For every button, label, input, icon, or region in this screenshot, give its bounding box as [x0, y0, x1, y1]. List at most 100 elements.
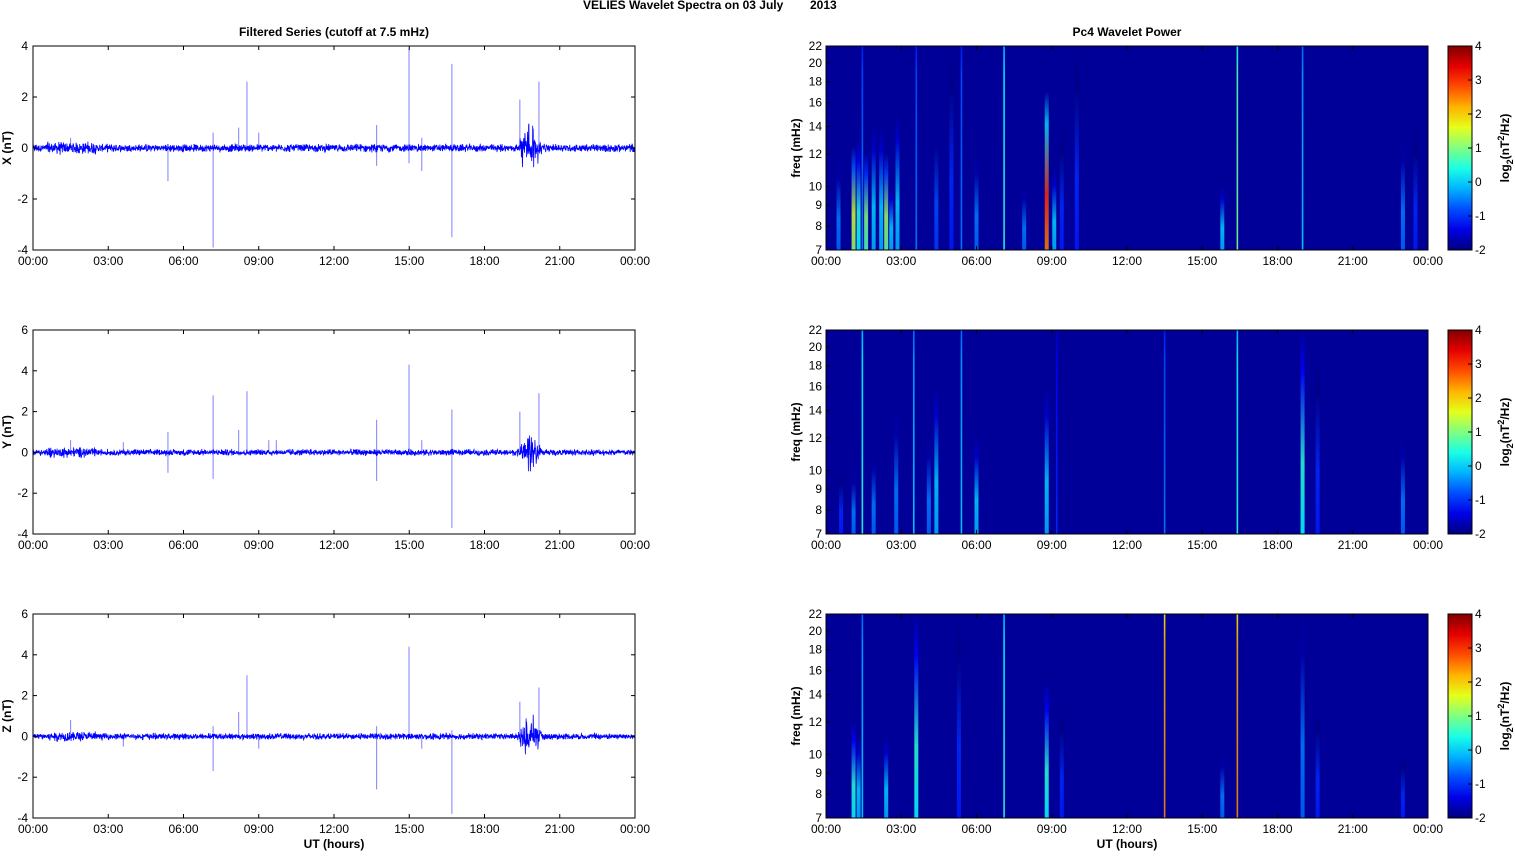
label-part: log	[1498, 448, 1512, 466]
y-tick-label: 8	[815, 787, 822, 801]
plot-area	[33, 614, 635, 818]
wavelet-power-event	[851, 470, 856, 534]
x-tick-label: 00:00	[811, 822, 841, 836]
colorbar-tick-label: -2	[1475, 527, 1486, 541]
x-tick-label: 09:00	[1037, 254, 1067, 268]
colorbar-tick-label: 2	[1475, 391, 1482, 405]
y-tick-label: 10	[809, 747, 823, 761]
x-tick-label: 09:00	[1037, 822, 1067, 836]
label-part: /Hz)	[1498, 114, 1512, 136]
wavelet-power-event	[960, 330, 963, 534]
y-axis-label: freq (mHz)	[789, 118, 803, 177]
y-tick-label: 20	[809, 56, 823, 70]
y-tick-label: 22	[809, 607, 823, 621]
wavelet-power-event	[879, 126, 884, 250]
label-part: log	[1498, 732, 1512, 750]
wavelet-power-event	[1315, 356, 1320, 534]
colorbar-tick-label: 1	[1475, 141, 1482, 155]
x-tick-label: 03:00	[93, 822, 123, 836]
x-tick-label: 09:00	[1037, 538, 1067, 552]
label-part: (nT	[1498, 140, 1512, 159]
wavelet-power-event	[1044, 682, 1049, 818]
figure-year: 2013	[810, 0, 837, 12]
wavelet-power-event	[1003, 614, 1005, 818]
y-tick-label: 0	[21, 141, 28, 155]
wavelet-power-event	[912, 330, 915, 534]
wavelet-power-event	[914, 614, 919, 818]
wavelet-power-event	[861, 614, 864, 818]
x-tick-label: 15:00	[1187, 822, 1217, 836]
x-tick-label: 12:00	[319, 254, 349, 268]
y-tick-label: 14	[809, 404, 823, 418]
wavelet-power-event	[1300, 614, 1305, 818]
y-tick-label: 20	[809, 340, 823, 354]
x-tick-label: 03:00	[886, 538, 916, 552]
colorbar-tick-label: -1	[1475, 209, 1486, 223]
wavelet-power-event	[861, 46, 864, 250]
y-tick-label: 22	[809, 323, 823, 337]
colorbar-tick-label: -2	[1475, 811, 1486, 825]
y-tick-label: 12	[809, 431, 823, 445]
x-tick-label: 18:00	[1262, 254, 1292, 268]
x-tick-label: 12:00	[1112, 822, 1142, 836]
wavelet-power-event	[861, 330, 864, 534]
x-tick-label: 21:00	[545, 538, 575, 552]
x-tick-label: 15:00	[394, 538, 424, 552]
x-tick-label: 00:00	[18, 254, 48, 268]
x-tick-label: 00:00	[811, 538, 841, 552]
colorbar-tick-label: -2	[1475, 243, 1486, 257]
wavelet-power-event	[934, 386, 939, 534]
y-tick-label: 16	[809, 96, 823, 110]
y-tick-label: 4	[21, 364, 28, 378]
x-tick-label: 21:00	[545, 254, 575, 268]
y-tick-label: -2	[17, 770, 28, 784]
wavelet-power-event	[1400, 437, 1405, 534]
wavelet-power-event	[856, 139, 861, 250]
wavelet-power-event	[1163, 330, 1166, 534]
colorbar-tick-label: 4	[1475, 39, 1482, 53]
x-tick-label: 03:00	[886, 254, 916, 268]
wavelet-power-event	[884, 153, 889, 250]
x-axis-label: UT (hours)	[304, 837, 365, 851]
time-series-panel: Filtered Series (cutoff at 7.5 mHz)-4-20…	[0, 25, 650, 268]
x-tick-label: 06:00	[961, 822, 991, 836]
wavelet-power-event	[856, 737, 861, 818]
wavelet-power-event	[1413, 126, 1418, 250]
colorbar-tick-label: 1	[1475, 709, 1482, 723]
wavelet-power-event	[949, 46, 954, 250]
y-tick-label: 18	[809, 643, 823, 657]
wavelet-power-event	[1052, 169, 1057, 250]
wavelet-power-event	[1044, 386, 1049, 534]
x-tick-label: 00:00	[620, 822, 650, 836]
wavelet-power-event	[915, 46, 918, 250]
x-tick-label: 15:00	[394, 254, 424, 268]
x-tick-label: 00:00	[620, 538, 650, 552]
wavelet-power-event	[1022, 186, 1027, 250]
x-axis-label: UT (hours)	[1097, 837, 1158, 851]
x-tick-label: 15:00	[1187, 538, 1217, 552]
wavelet-power-event	[889, 186, 894, 250]
x-tick-label: 00:00	[811, 254, 841, 268]
colorbar-tick-label: 3	[1475, 357, 1482, 371]
y-tick-label: 9	[815, 766, 822, 780]
y-tick-label: 0	[21, 445, 28, 459]
y-tick-label: 10	[809, 463, 823, 477]
plot-area	[33, 330, 635, 534]
y-axis-label: freq (mHz)	[789, 686, 803, 745]
wavelet-power-event	[1044, 91, 1049, 250]
wavelet-power-event	[1163, 614, 1166, 818]
y-tick-label: -2	[17, 486, 28, 500]
figure: VELIES Wavelet Spectra on 03 July 2013 F…	[0, 0, 1515, 851]
colorbar-label: log2(nT2/Hz)	[1496, 114, 1515, 183]
x-tick-label: 21:00	[1338, 254, 1368, 268]
y-tick-label: 18	[809, 75, 823, 89]
wavelet-power-event	[836, 161, 841, 250]
x-tick-label: 03:00	[886, 822, 916, 836]
y-tick-label: 12	[809, 715, 823, 729]
time-series-panel: -4-20246Y (nT)00:00 03:00 06:00 09:00 12:00 1…	[0, 323, 650, 552]
y-tick-label: 14	[809, 688, 823, 702]
x-tick-label: 12:00	[1112, 538, 1142, 552]
colorbar-tick-label: -1	[1475, 493, 1486, 507]
wavelet-power-event	[871, 126, 876, 250]
wavelet-power-event	[934, 120, 939, 250]
